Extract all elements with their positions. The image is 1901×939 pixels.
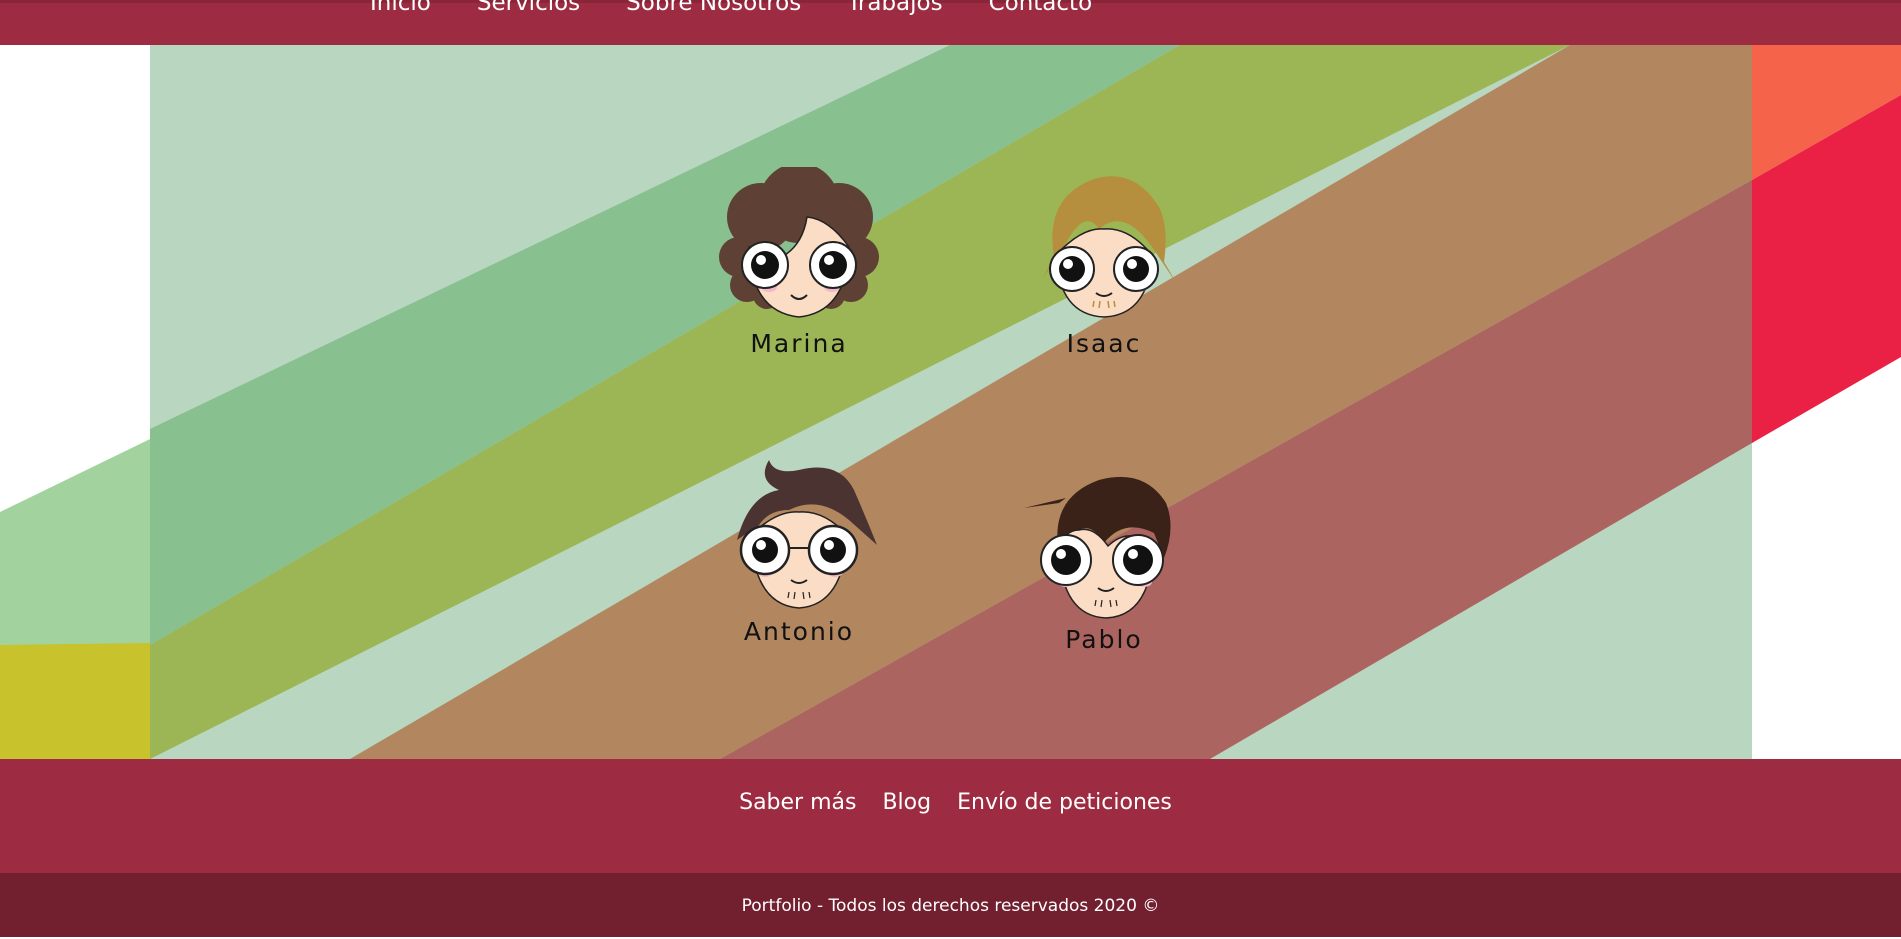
footer-link-envio-peticiones[interactable]: Envío de peticiones: [957, 790, 1172, 873]
top-navigation: Inicio Servicios Sobre Nosotros Trabajos…: [0, 0, 1901, 45]
team-member-marina[interactable]: Marina: [689, 167, 909, 358]
team-member-isaac[interactable]: Isaac: [994, 167, 1214, 358]
copyright-text: Portfolio - Todos los derechos reservado…: [0, 873, 1901, 937]
diagonal-stripes-background: [0, 45, 1901, 759]
nav-link-trabajos[interactable]: Trabajos: [847, 0, 942, 15]
nav-link-servicios[interactable]: Servicios: [477, 0, 580, 15]
team-member-name: Pablo: [1065, 625, 1143, 654]
team-section: Marina Isaac Antonio Pablo: [0, 45, 1901, 759]
isaac-avatar-icon: [1042, 176, 1179, 318]
marina-avatar-icon: [719, 167, 879, 318]
nav-link-sobre-nosotros[interactable]: Sobre Nosotros: [626, 0, 801, 15]
team-member-pablo[interactable]: Pablo: [994, 458, 1214, 654]
footer-link-blog[interactable]: Blog: [882, 790, 931, 873]
antonio-avatar-icon: [737, 460, 877, 609]
nav-link-inicio[interactable]: Inicio: [370, 0, 431, 15]
footer-link-saber-mas[interactable]: Saber más: [739, 790, 856, 873]
team-member-name: Marina: [750, 329, 848, 358]
team-member-antonio[interactable]: Antonio: [689, 440, 909, 646]
team-member-name: Isaac: [1066, 329, 1142, 358]
nav-link-contacto[interactable]: Contacto: [989, 0, 1093, 15]
footer-links: Saber más Blog Envío de peticiones: [0, 759, 1901, 873]
team-member-name: Antonio: [743, 617, 855, 646]
pablo-avatar-icon: [1024, 476, 1171, 619]
